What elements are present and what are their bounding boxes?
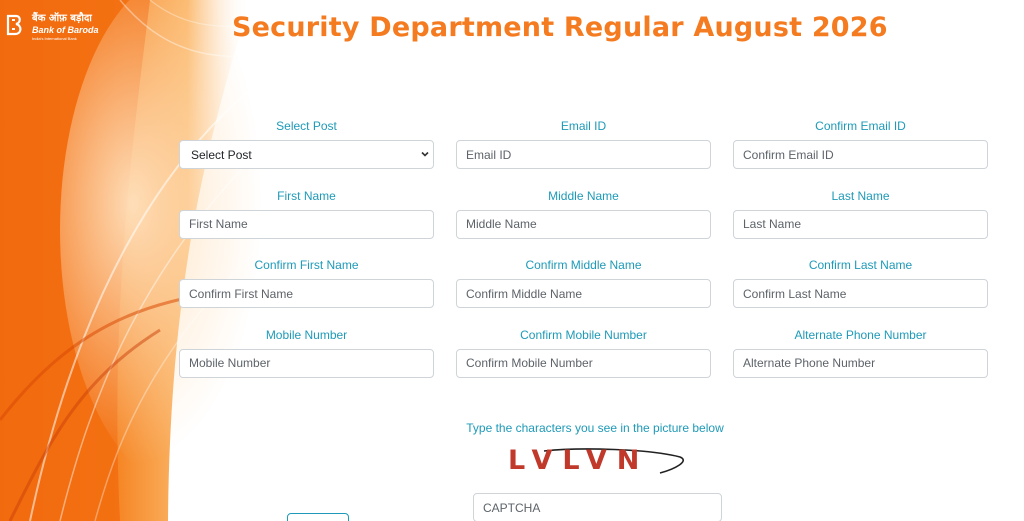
bank-tagline: India's International Bank: [32, 36, 77, 41]
captcha-characters: LVLVN: [508, 445, 650, 476]
confirm-first-name-input[interactable]: [179, 279, 434, 308]
last-name-input[interactable]: [733, 209, 988, 239]
last-name-label: Last Name: [831, 188, 890, 203]
select-post-wrapper: Select Post: [179, 140, 434, 169]
email-id-input[interactable]: [456, 140, 711, 169]
last-name-field: Last Name: [733, 188, 988, 258]
first-name-label: First Name: [277, 188, 336, 203]
confirm-email-id-label: Confirm Email ID: [815, 119, 906, 133]
confirm-middle-name-input[interactable]: [456, 279, 711, 308]
first-name-input[interactable]: [179, 209, 434, 239]
select-post-label: Select Post: [276, 119, 337, 133]
confirm-middle-name-label: Confirm Middle Name: [525, 258, 642, 272]
confirm-first-name-label: Confirm First Name: [254, 258, 359, 272]
email-id-field: Email ID: [456, 118, 711, 188]
mobile-number-label: Mobile Number: [265, 327, 348, 342]
confirm-mobile-number-field: Confirm Mobile Number: [456, 327, 711, 397]
select-post-field: Select Post Select Post: [179, 118, 434, 188]
bank-name-english: Bank of Baroda: [32, 25, 99, 35]
alternate-phone-number-field: Alternate Phone Number: [733, 327, 988, 397]
select-post-dropdown[interactable]: Select Post: [179, 140, 434, 169]
confirm-first-name-field: Confirm First Name: [179, 257, 434, 327]
middle-name-label: Middle Name: [548, 188, 619, 203]
page-title: Security Department Regular August 2026: [232, 12, 888, 43]
email-id-label: Email ID: [560, 119, 607, 133]
alternate-phone-number-label: Alternate Phone Number: [794, 327, 927, 342]
captcha-input[interactable]: [473, 493, 722, 521]
captcha-section: Type the characters you see in the pictu…: [456, 421, 734, 521]
alternate-phone-number-input[interactable]: [733, 348, 988, 378]
submit-button[interactable]: [287, 513, 349, 521]
registration-page: बैंक ऑफ़ बड़ौदा Bank of Baroda India's I…: [0, 0, 1024, 521]
middle-name-input[interactable]: [456, 209, 711, 239]
bank-logo[interactable]: बैंक ऑफ़ बड़ौदा Bank of Baroda India's I…: [6, 14, 99, 41]
confirm-email-id-input[interactable]: [733, 140, 988, 169]
confirm-mobile-number-input[interactable]: [456, 348, 711, 378]
confirm-middle-name-field: Confirm Middle Name: [456, 257, 711, 327]
captcha-image: LVLVN: [500, 443, 690, 485]
bank-name-hindi: बैंक ऑफ़ बड़ौदा: [32, 13, 92, 24]
confirm-email-id-field: Confirm Email ID: [733, 118, 988, 188]
confirm-mobile-number-label: Confirm Mobile Number: [520, 327, 647, 342]
mobile-number-input[interactable]: [179, 348, 434, 378]
confirm-last-name-input[interactable]: [733, 279, 988, 308]
middle-name-field: Middle Name: [456, 188, 711, 258]
bank-logo-text: बैंक ऑफ़ बड़ौदा Bank of Baroda India's I…: [32, 14, 99, 41]
captcha-instruction: Type the characters you see in the pictu…: [466, 421, 724, 435]
confirm-last-name-field: Confirm Last Name: [733, 257, 988, 327]
registration-form: Select Post Select Post Email ID Confirm…: [179, 118, 988, 397]
mobile-number-field: Mobile Number: [179, 327, 434, 397]
confirm-last-name-label: Confirm Last Name: [808, 258, 913, 272]
bank-of-baroda-logo-icon: [6, 14, 22, 36]
first-name-field: First Name: [179, 188, 434, 258]
